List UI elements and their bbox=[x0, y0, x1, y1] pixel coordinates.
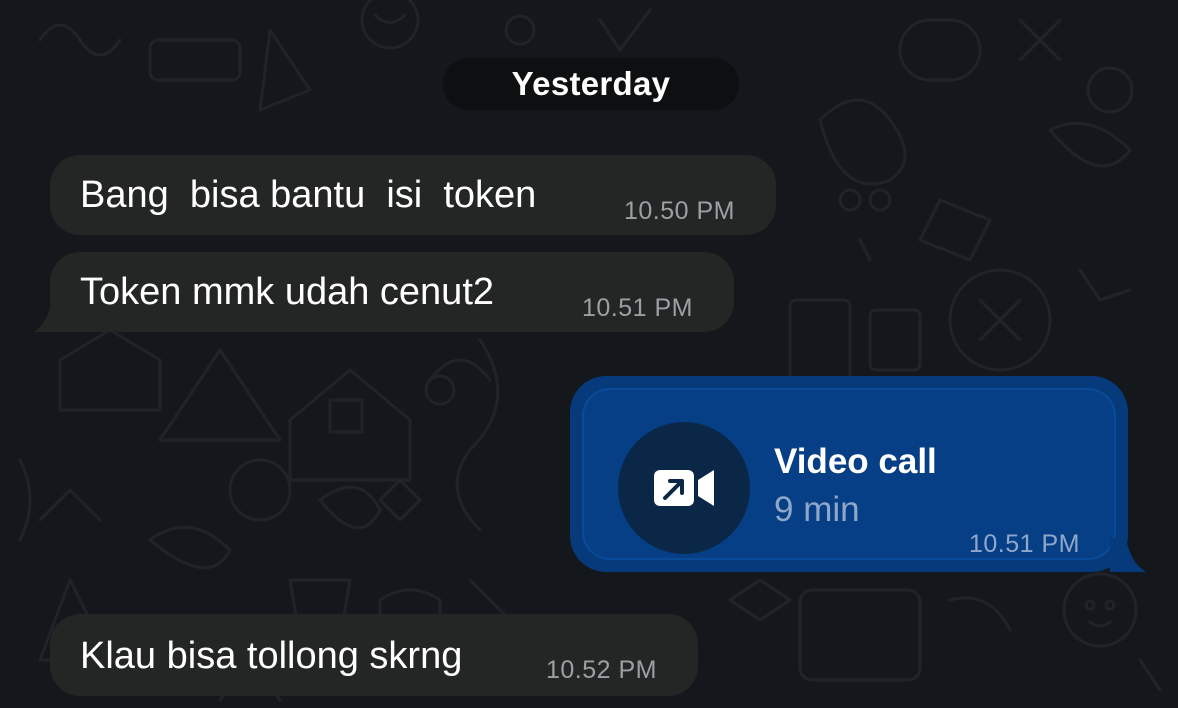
bubble-tail bbox=[34, 300, 70, 332]
video-call-card[interactable]: Video call 9 min 10.51 PM bbox=[582, 388, 1116, 560]
call-title: Video call bbox=[774, 442, 937, 481]
message-timestamp: 10.52 PM bbox=[546, 656, 658, 684]
incoming-message[interactable]: Klau bisa tollong skrng 10.52 PM bbox=[50, 614, 698, 696]
date-separator: Yesterday bbox=[443, 58, 739, 110]
message-timestamp: 10.50 PM bbox=[624, 197, 736, 225]
incoming-message[interactable]: Token mmk udah cenut2 10.51 PM bbox=[50, 252, 734, 332]
message-timestamp: 10.51 PM bbox=[582, 294, 694, 322]
video-call-message[interactable]: Video call 9 min 10.51 PM bbox=[570, 376, 1128, 572]
message-text: Bang bisa bantu isi token bbox=[80, 174, 537, 216]
bubble-tail bbox=[1110, 538, 1146, 572]
call-duration: 9 min bbox=[774, 490, 860, 529]
video-call-icon-circle bbox=[618, 422, 750, 554]
outgoing-video-call-icon bbox=[654, 470, 714, 506]
incoming-message[interactable]: Bang bisa bantu isi token 10.50 PM bbox=[50, 155, 776, 235]
message-timestamp: 10.51 PM bbox=[968, 530, 1080, 558]
message-text: Token mmk udah cenut2 bbox=[80, 271, 495, 313]
message-text: Klau bisa tollong skrng bbox=[80, 635, 463, 677]
